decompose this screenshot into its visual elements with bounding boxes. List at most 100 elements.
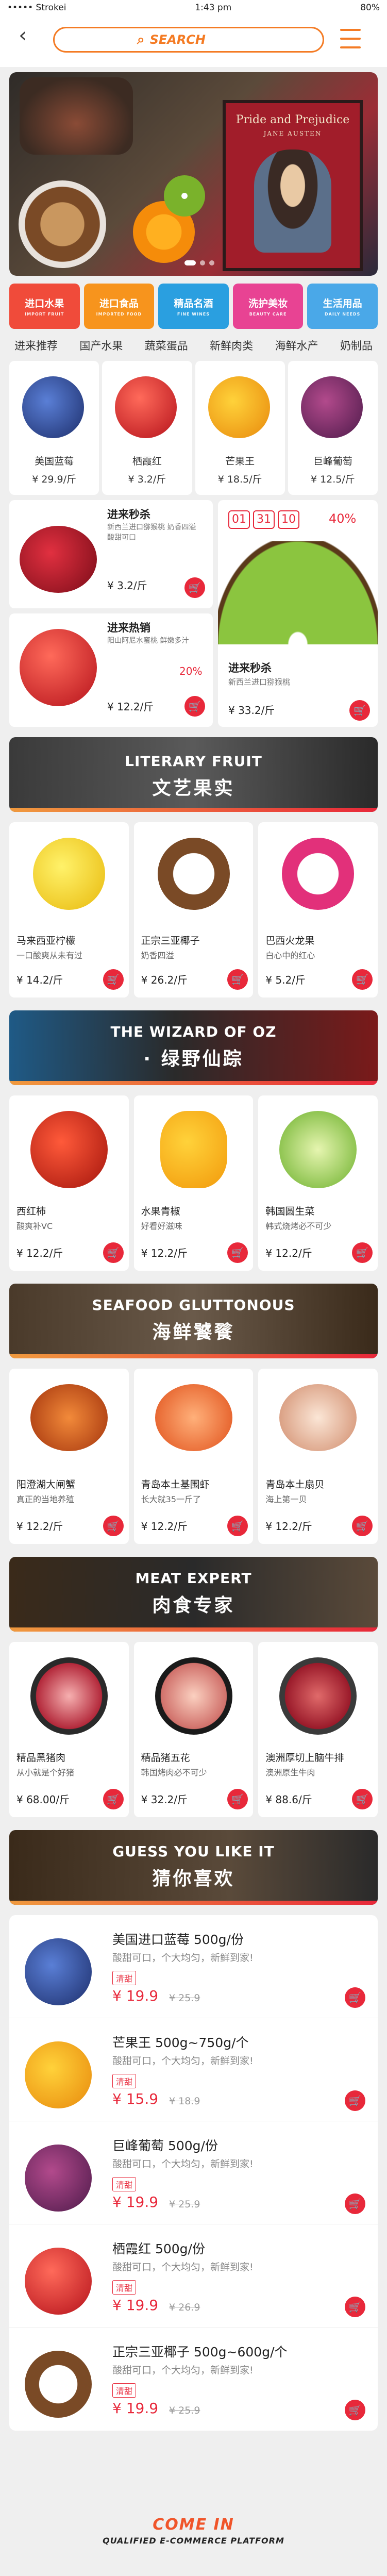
product-card[interactable]: 青岛本土扇贝 海上第一贝 ¥ 12.2/斤 🛒	[258, 1369, 378, 1544]
cart-icon[interactable]: 🛒	[184, 577, 205, 598]
grape-image	[300, 376, 363, 438]
tab-item[interactable]: 蔬菜蛋品	[145, 338, 188, 353]
blueberry-image	[22, 376, 84, 438]
category-tile[interactable]: 洗护美妆 BEAUTY CARE	[232, 284, 304, 329]
tab-item[interactable]: 国产水果	[79, 338, 123, 353]
dragonfruit-image	[282, 838, 355, 910]
product-card[interactable]: 水果青椒 好看好滋味 ¥ 12.2/斤 🛒	[133, 1095, 254, 1271]
tab-item[interactable]: 新鲜肉类	[210, 338, 253, 353]
item-old-price: ¥ 25.9	[169, 2199, 200, 2210]
flash-sale-card[interactable]: 进来秒杀 新西兰进口猕猴桃 奶香四溢 酸甜可口 ¥ 3.2/斤 🛒	[9, 500, 213, 608]
category-tile[interactable]: 进口食品 IMPORTED FOOD	[83, 284, 155, 329]
product-name: 巴西火龙果	[265, 935, 315, 946]
cart-icon[interactable]: 🛒	[103, 1242, 124, 1263]
cart-icon[interactable]: 🛒	[345, 2297, 365, 2317]
product-desc: 奶香四溢	[141, 951, 174, 960]
category-sub: BEAUTY CARE	[249, 312, 287, 317]
cart-icon[interactable]: 🛒	[345, 2193, 365, 2214]
search-input[interactable]: ⌕ SEARCH	[53, 27, 324, 53]
product-desc: 澳洲原生牛肉	[265, 1768, 315, 1777]
crab-image	[30, 1384, 108, 1451]
cart-icon[interactable]: 🛒	[352, 1516, 373, 1536]
product-price: ¥ 29.9/斤	[32, 474, 77, 485]
product-name: 西红柿	[16, 1206, 46, 1217]
section-banner: MEAT EXPERT 肉食专家	[9, 1557, 378, 1632]
product-card[interactable]: 韩国圆生菜 韩式烧烤必不可少 ¥ 12.2/斤 🛒	[258, 1095, 378, 1271]
cart-icon[interactable]: 🛒	[345, 2400, 365, 2420]
product-price: ¥ 12.2/斤	[16, 1247, 63, 1259]
product-card[interactable]: 马来西亚柠檬 一口酸爽从未有过 ¥ 14.2/斤 🛒	[9, 822, 129, 998]
product-card[interactable]: 正宗三亚椰子 奶香四溢 ¥ 26.2/斤 🛒	[133, 822, 254, 998]
item-name: 美国进口蓝莓 500g/份	[112, 1932, 244, 1947]
cart-icon[interactable]: 🛒	[345, 2090, 365, 2111]
cart-icon[interactable]: 🛒	[103, 1789, 124, 1809]
product-card[interactable]: 芒果王 ¥ 18.5/斤	[195, 361, 285, 495]
product-card[interactable]: 西红柿 酸爽补VC ¥ 12.2/斤 🛒	[9, 1095, 129, 1271]
product-name: 栖霞红	[132, 456, 162, 467]
hero-banner[interactable]: Pride and Prejudice JANE AUSTEN	[9, 72, 378, 276]
list-item[interactable]: 巨峰葡萄 500g/份 酸甜可口，个大均匀，新鲜到家! 清甜 ¥ 19.9 ¥ …	[9, 2121, 378, 2224]
cart-icon[interactable]: 🛒	[227, 1516, 248, 1536]
item-old-price: ¥ 18.9	[169, 2096, 200, 2107]
product-card[interactable]: 精品黑猪肉 从小就是个好猪 ¥ 68.00/斤 🛒	[9, 1642, 129, 1817]
apple-image	[115, 376, 177, 438]
item-old-price: ¥ 25.9	[169, 1992, 200, 2004]
item-old-price: ¥ 26.9	[169, 2302, 200, 2313]
pork-belly-image	[155, 1657, 232, 1735]
list-item[interactable]: 栖霞红 500g/份 酸甜可口，个大均匀，新鲜到家! 清甜 ¥ 19.9 ¥ 2…	[9, 2224, 378, 2328]
product-card[interactable]: 精品猪五花 韩国烤肉必不可少 ¥ 32.2/斤 🛒	[133, 1642, 254, 1817]
cart-icon[interactable]: 🛒	[103, 969, 124, 990]
product-name: 青岛本土扇贝	[265, 1479, 325, 1490]
category-sub: IMPORT FRUIT	[25, 312, 64, 317]
kiwi-image	[164, 175, 205, 217]
section-title-cn: 文艺果实	[152, 778, 235, 799]
tab-item[interactable]: 奶制品	[340, 338, 373, 353]
product-card[interactable]: 巴西火龙果 白心中的红心 ¥ 5.2/斤 🛒	[258, 822, 378, 998]
discount-badge: 40%	[329, 511, 357, 526]
cart-icon[interactable]: 🛒	[184, 696, 205, 717]
product-desc: 好看好滋味	[141, 1221, 182, 1231]
tab-item[interactable]: 进来推荐	[14, 338, 58, 353]
cart-icon[interactable]: 🛒	[352, 1242, 373, 1263]
footer-subtitle: QUALIFIED E-COMMERCE PLATFORM	[103, 2536, 284, 2546]
cart-icon[interactable]: 🛒	[352, 969, 373, 990]
coconut-image	[157, 838, 230, 910]
item-price: ¥ 19.9	[112, 1987, 159, 2004]
tomato-image	[30, 1111, 108, 1188]
cart-icon[interactable]: 🛒	[103, 1516, 124, 1536]
hot-sale-card[interactable]: 进来热销 阳山阿尼水蜜桃 鲜嫩多汁 20% ¥ 12.2/斤 🛒	[9, 613, 213, 727]
cart-icon[interactable]: 🛒	[227, 969, 248, 990]
category-tile[interactable]: 精品名酒 FINE WINES	[158, 284, 229, 329]
tab-item[interactable]: 海鲜水产	[275, 338, 318, 353]
cart-icon[interactable]: 🛒	[352, 1789, 373, 1809]
product-name: 美国蓝莓	[35, 456, 74, 467]
list-item[interactable]: 正宗三亚椰子 500g~600g/个 酸甜可口，个大均匀，新鲜到家! 清甜 ¥ …	[9, 2328, 378, 2431]
back-chevron-icon[interactable]: ‹	[13, 24, 32, 46]
menu-icon[interactable]	[340, 29, 361, 48]
product-card[interactable]: 美国蓝莓 ¥ 29.9/斤	[9, 361, 99, 495]
product-name: 正宗三亚椰子	[141, 935, 200, 946]
product-card[interactable]: 阳澄湖大闸蟹 真正的当地养殖 ¥ 12.2/斤 🛒	[9, 1369, 129, 1544]
category-tile[interactable]: 进口水果 IMPORT FRUIT	[9, 284, 80, 329]
section-title-cn: 海鲜饕餮	[152, 1322, 235, 1343]
product-card[interactable]: 澳洲厚切上脑牛排 澳洲原生牛肉 ¥ 88.6/斤 🛒	[258, 1642, 378, 1817]
category-sub: FINE WINES	[177, 312, 210, 317]
cart-icon[interactable]: 🛒	[227, 1242, 248, 1263]
product-card[interactable]: 巨峰葡萄 ¥ 12.5/斤	[288, 361, 378, 495]
cart-icon[interactable]: 🛒	[227, 1789, 248, 1809]
cart-icon[interactable]: 🛒	[345, 1987, 365, 2008]
countdown-timer: 01 31 10	[228, 510, 299, 529]
product-desc: 长大就35一斤了	[141, 1494, 201, 1504]
cart-icon[interactable]: 🛒	[349, 700, 370, 721]
product-card[interactable]: 青岛本土基围虾 长大就35一斤了 ¥ 12.2/斤 🛒	[133, 1369, 254, 1544]
list-item[interactable]: 芒果王 500g~750g/个 酸甜可口，个大均匀，新鲜到家! 清甜 ¥ 15.…	[9, 2018, 378, 2121]
sale-price: ¥ 3.2/斤	[107, 579, 147, 592]
product-desc: 韩式烧烤必不可少	[265, 1221, 332, 1231]
flash-sale-big-card[interactable]: 01 31 10 40% 进来秒杀 新西兰进口猕猴桃 ¥ 33.2/斤 🛒	[218, 500, 378, 727]
product-card[interactable]: 栖霞红 ¥ 3.2/斤	[102, 361, 192, 495]
product-price: ¥ 12.5/斤	[310, 474, 355, 485]
list-item[interactable]: 美国进口蓝莓 500g/份 酸甜可口，个大均匀，新鲜到家! 清甜 ¥ 19.9 …	[9, 1915, 378, 2018]
category-tile[interactable]: 生活用品 DAILY NEEDS	[307, 284, 378, 329]
sale-desc: 新西兰进口猕猴桃 奶香四溢 酸甜可口	[107, 523, 196, 542]
carousel-dots	[184, 260, 214, 265]
